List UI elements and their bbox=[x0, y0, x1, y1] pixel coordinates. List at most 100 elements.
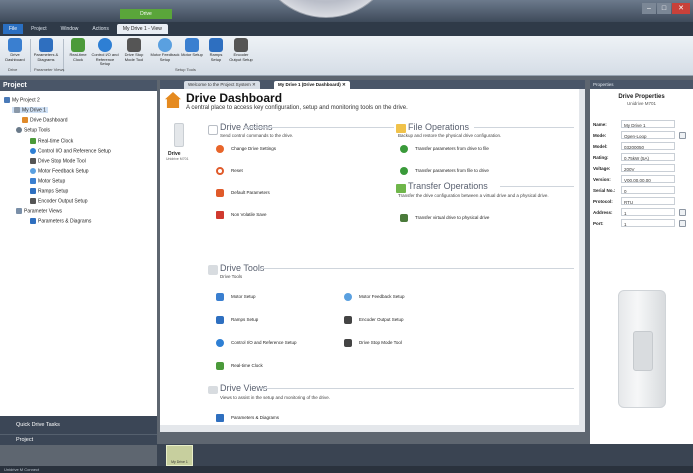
tree-item[interactable]: Drive Stop Mode Tool bbox=[30, 158, 86, 164]
property-row: Name: My Drive 1 bbox=[593, 120, 690, 129]
context-tab: Drive bbox=[120, 9, 172, 19]
property-value: 0 bbox=[621, 186, 675, 194]
document-tabs: Welcome to the Project System ✕ My Drive… bbox=[160, 80, 585, 89]
property-row: Rating: 0.75kW (5A) bbox=[593, 153, 690, 162]
clock-icon bbox=[216, 362, 224, 370]
close-button[interactable]: ✕ bbox=[672, 3, 690, 14]
virtual-drive-icon bbox=[400, 214, 408, 222]
clock-icon bbox=[30, 138, 36, 144]
property-value[interactable]: Open-Loop bbox=[621, 131, 675, 139]
folder-icon bbox=[396, 124, 406, 133]
control-io-icon bbox=[216, 339, 224, 347]
tree-item[interactable]: Parameter Views bbox=[16, 208, 62, 214]
property-row: Address: 1 bbox=[593, 208, 690, 217]
transfer-icon bbox=[400, 145, 408, 153]
tree-item[interactable]: Setup Tools bbox=[16, 127, 50, 133]
drive-sublabel: Unidrive M701 bbox=[166, 157, 189, 161]
project-tab[interactable]: Project bbox=[0, 434, 157, 445]
drive-stop-icon bbox=[127, 38, 141, 52]
vertical-scrollbar[interactable] bbox=[579, 89, 585, 425]
tree-item[interactable]: Drive Dashboard bbox=[22, 117, 68, 123]
ribbon-motor-setup-button[interactable]: Motor Setup bbox=[180, 38, 204, 66]
transfer-file-to-drive-link[interactable]: Transfer parameters from file to drive bbox=[400, 167, 489, 175]
default-icon bbox=[216, 189, 224, 197]
tree-item[interactable]: Encoder Output Setup bbox=[30, 198, 87, 204]
property-value[interactable]: 1 bbox=[621, 208, 675, 216]
ribbon-encoder-button[interactable]: Encoder Output Setup bbox=[228, 38, 254, 66]
menu-actions[interactable]: Actions bbox=[86, 24, 114, 34]
tree-item[interactable]: Real-time Clock bbox=[30, 138, 73, 144]
ribbon-clock-button[interactable]: Real-time Clock bbox=[66, 38, 90, 66]
ribbon-drive-dashboard-button[interactable]: Drive Dashboard bbox=[2, 38, 28, 66]
menu-drive-view[interactable]: My Drive 1 - View bbox=[116, 24, 168, 34]
drive-thumbnail[interactable]: My Drive 1 bbox=[166, 445, 193, 466]
file-operations-sub: Backup and restore the physical drive co… bbox=[398, 133, 502, 138]
ribbon-ramps-button[interactable]: Ramps Setup bbox=[204, 38, 228, 66]
motor-setup-icon bbox=[30, 178, 36, 184]
ribbon-group-setup-tools: Setup Tools bbox=[175, 67, 196, 72]
menu-project[interactable]: Project bbox=[25, 24, 53, 34]
tree-item[interactable]: Motor Feedback Setup bbox=[30, 168, 89, 174]
ribbon-drive-stop-button[interactable]: Drive Stop Mode Tool bbox=[120, 38, 148, 66]
edit-button[interactable] bbox=[679, 132, 686, 139]
menu-bar: File Project Window Actions My Drive 1 -… bbox=[0, 22, 693, 36]
property-row: Mode: Open-Loop bbox=[593, 131, 690, 140]
real-time-clock-link[interactable]: Real-time Clock bbox=[216, 362, 263, 370]
tree-item[interactable]: My Drive 1 bbox=[12, 107, 48, 114]
transfer-drive-to-file-link[interactable]: Transfer parameters from drive to file bbox=[400, 145, 489, 153]
encoder-icon bbox=[30, 198, 36, 204]
tree-item[interactable]: My Project 2 bbox=[4, 97, 40, 103]
ribbon-parameters-button[interactable]: Parameters & Diagrams bbox=[33, 38, 59, 66]
change-drive-settings-link[interactable]: Change Drive Settings bbox=[216, 145, 276, 153]
menu-window[interactable]: Window bbox=[55, 24, 85, 34]
document-area: Welcome to the Project System ✕ My Drive… bbox=[160, 80, 585, 432]
property-row: Voltage: 200V bbox=[593, 164, 690, 173]
minimize-button[interactable]: – bbox=[642, 3, 656, 14]
maximize-button[interactable]: □ bbox=[657, 3, 671, 14]
properties-subtitle: Unidrive M701 bbox=[626, 101, 656, 106]
ribbon-control-io-button[interactable]: Control I/O and Reference Setup bbox=[90, 38, 120, 66]
default-parameters-link[interactable]: Default Parameters bbox=[216, 189, 270, 197]
properties-panel: Properties Drive Properties Unidrive M70… bbox=[590, 80, 693, 444]
property-value[interactable]: 1 bbox=[621, 219, 675, 227]
tab-drive-dashboard[interactable]: My Drive 1 (Drive Dashboard) ✕ bbox=[274, 81, 350, 89]
project-panel: Project My Project 2 My Drive 1 Drive Da… bbox=[0, 80, 157, 444]
settings-icon bbox=[216, 145, 224, 153]
encoder-icon bbox=[344, 316, 352, 324]
tree-item[interactable]: Motor Setup bbox=[30, 178, 65, 184]
edit-button[interactable] bbox=[679, 220, 686, 227]
ramps-setup-link[interactable]: Ramps Setup bbox=[216, 316, 258, 324]
property-value[interactable]: My Drive 1 bbox=[621, 120, 675, 128]
save-icon bbox=[216, 211, 224, 219]
menu-file[interactable]: File bbox=[3, 24, 24, 34]
drive-tools-title: Drive Tools bbox=[220, 263, 265, 273]
motor-feedback-setup-link[interactable]: Motor Feedback Setup bbox=[344, 293, 405, 301]
ramps-icon bbox=[209, 38, 223, 52]
drive-actions-sub: Send control commands to the drive. bbox=[220, 133, 294, 138]
edit-button[interactable] bbox=[679, 209, 686, 216]
drive-stop-icon bbox=[344, 339, 352, 347]
reset-link[interactable]: Reset bbox=[216, 167, 243, 175]
control-io-setup-link[interactable]: Control I/O and Reference Setup bbox=[216, 339, 297, 347]
drive-stop-mode-link[interactable]: Drive Stop Mode Tool bbox=[344, 339, 402, 347]
non-volatile-save-link[interactable]: Non Volatile Save bbox=[216, 211, 267, 219]
tree-item[interactable]: Parameters & Diagrams bbox=[30, 218, 91, 224]
tab-welcome[interactable]: Welcome to the Project System ✕ bbox=[184, 81, 260, 89]
transfer-operations-icon bbox=[396, 184, 406, 193]
transfer-virtual-to-physical-link[interactable]: Transfer virtual drive to physical drive bbox=[400, 214, 489, 222]
parameters-icon bbox=[216, 414, 224, 422]
tree-item[interactable]: Ramps Setup bbox=[30, 188, 68, 194]
ramps-icon bbox=[30, 188, 36, 194]
ribbon-motor-feedback-button[interactable]: Motor Feedback Setup bbox=[150, 38, 180, 66]
quick-drive-tasks-tab[interactable]: Quick Drive Tasks bbox=[0, 416, 157, 434]
drive-views-sub: Views to assist in the setup and monitor… bbox=[220, 395, 330, 400]
tree-item[interactable]: Control I/O and Reference Setup bbox=[30, 148, 111, 154]
home-icon bbox=[165, 92, 181, 108]
property-row: Port: 1 bbox=[593, 219, 690, 228]
motor-setup-icon bbox=[216, 293, 224, 301]
horizontal-scrollbar[interactable] bbox=[160, 425, 585, 432]
motor-setup-link[interactable]: Motor Setup bbox=[216, 293, 256, 301]
encoder-output-setup-link[interactable]: Encoder Output Setup bbox=[344, 316, 404, 324]
encoder-icon bbox=[234, 38, 248, 52]
parameters-diagrams-link[interactable]: Parameters & Diagrams bbox=[216, 414, 279, 422]
